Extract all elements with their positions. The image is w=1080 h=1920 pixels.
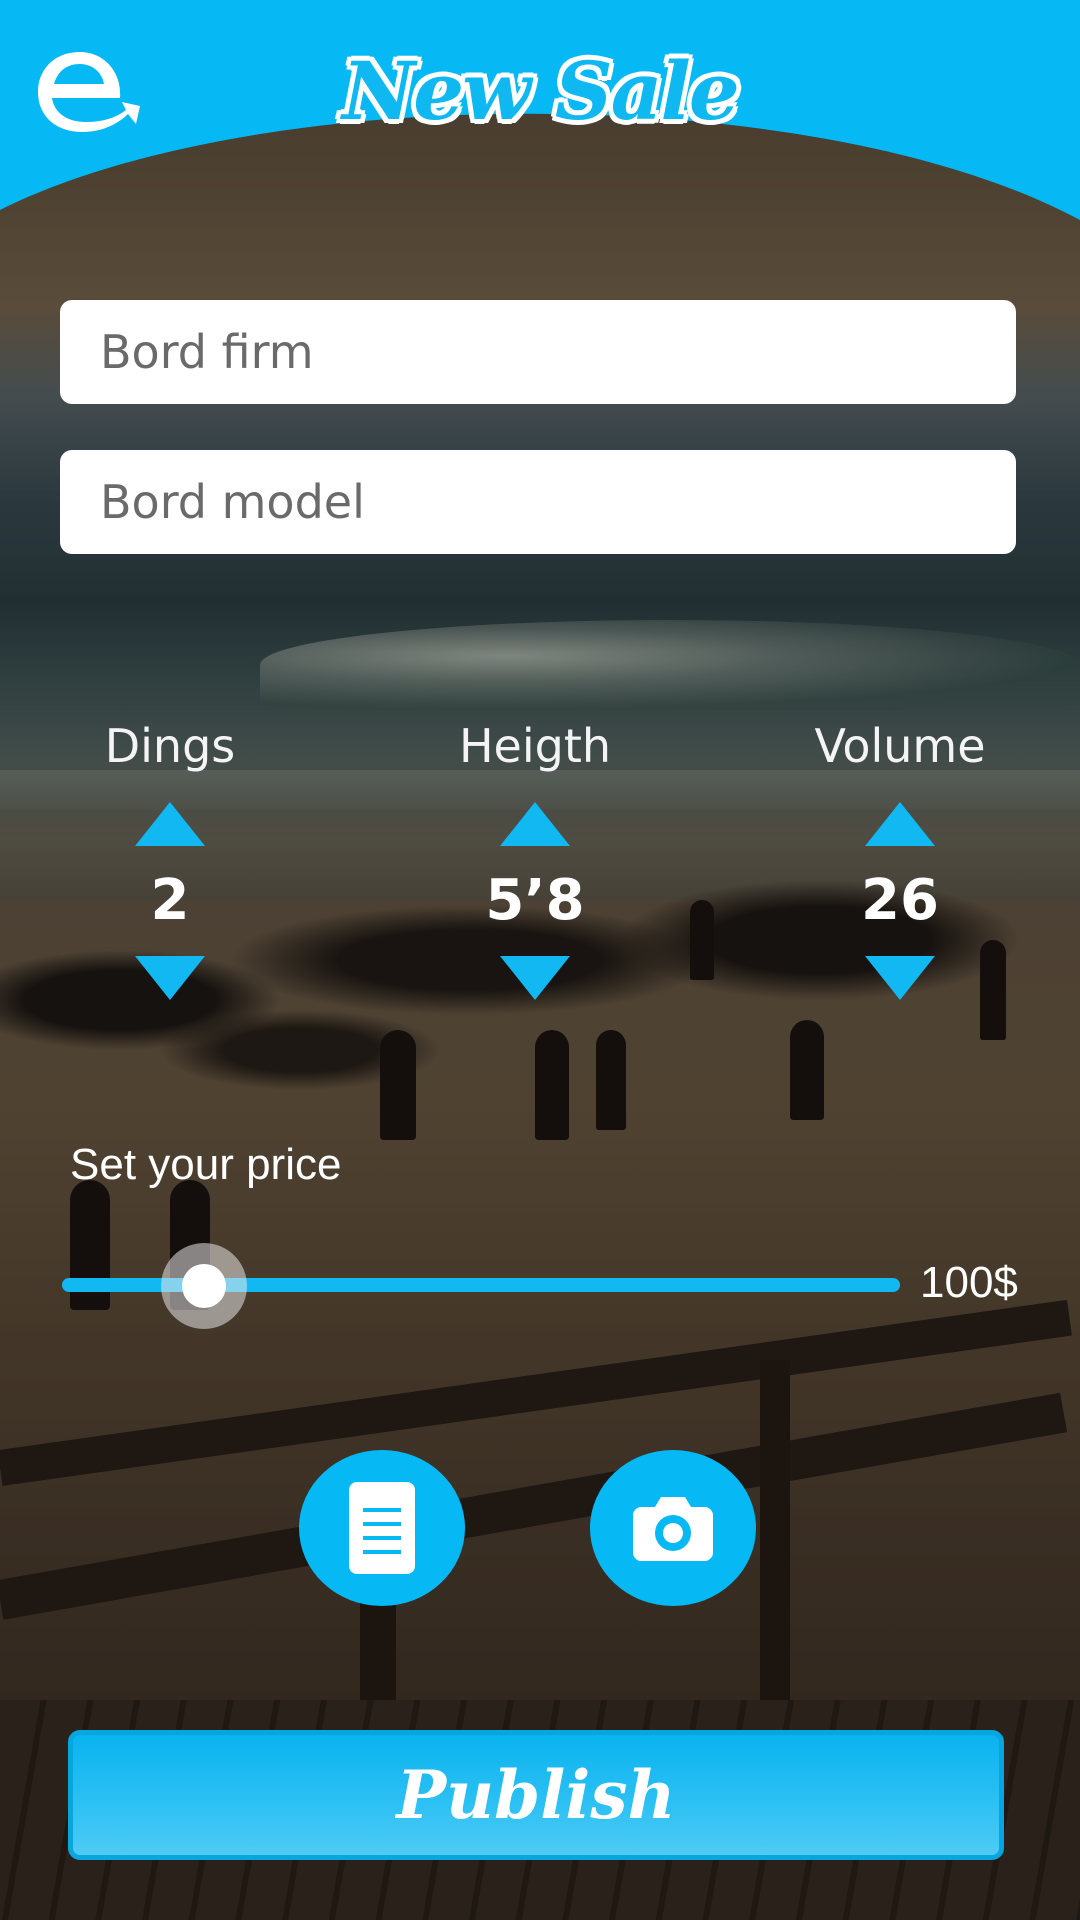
add-description-button[interactable] bbox=[299, 1450, 465, 1606]
height-stepper: Heigth 5’8 bbox=[385, 716, 685, 1016]
price-label: Set your price bbox=[70, 1140, 342, 1189]
document-icon bbox=[349, 1482, 415, 1574]
volume-increment-arrow-icon[interactable] bbox=[865, 802, 935, 846]
board-model-input[interactable] bbox=[60, 450, 1016, 554]
dings-decrement-arrow-icon[interactable] bbox=[135, 956, 205, 1000]
height-label: Heigth bbox=[458, 719, 612, 773]
dings-value: 2 bbox=[150, 868, 190, 933]
board-firm-input[interactable] bbox=[60, 300, 1016, 404]
add-photo-button[interactable] bbox=[590, 1450, 756, 1606]
header-bar: New Sale bbox=[0, 0, 1080, 240]
dings-stepper: Dings 2 bbox=[20, 716, 320, 1016]
price-value: 100$ bbox=[920, 1258, 1018, 1307]
page-title: New Sale bbox=[342, 44, 740, 138]
new-sale-screen: New Sale Dings 2 Heigth 5’8 Volume 26 Se… bbox=[0, 0, 1080, 1920]
height-increment-arrow-icon[interactable] bbox=[500, 802, 570, 846]
dings-label: Dings bbox=[104, 719, 236, 773]
dings-increment-arrow-icon[interactable] bbox=[135, 802, 205, 846]
volume-decrement-arrow-icon[interactable] bbox=[865, 956, 935, 1000]
publish-button[interactable]: Publish bbox=[68, 1730, 1004, 1860]
camera-icon bbox=[633, 1497, 713, 1561]
volume-value: 26 bbox=[861, 868, 939, 933]
publish-label: Publish bbox=[396, 1756, 676, 1834]
volume-label: Volume bbox=[814, 719, 986, 773]
height-value: 5’8 bbox=[485, 868, 585, 933]
price-slider-handle[interactable] bbox=[161, 1243, 247, 1329]
volume-stepper: Volume 26 bbox=[750, 716, 1050, 1016]
height-decrement-arrow-icon[interactable] bbox=[500, 956, 570, 1000]
